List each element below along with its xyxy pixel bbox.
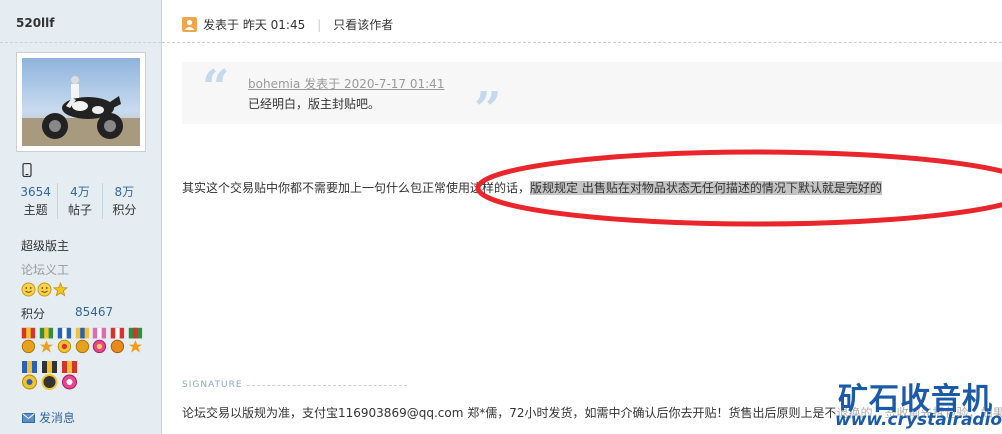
quote-text: 已经明白，版主封贴吧。 <box>248 97 381 111</box>
avatar-image <box>22 58 140 146</box>
post-time: 发表于 昨天 01:45 <box>203 18 306 32</box>
medal-icon[interactable] <box>20 326 37 358</box>
mobile-icon <box>22 163 32 177</box>
rank-stars <box>21 282 68 297</box>
medal-icon[interactable] <box>40 361 59 393</box>
medal-icon[interactable] <box>60 361 79 393</box>
stat-threads[interactable]: 3654 主题 <box>14 183 59 219</box>
user-group[interactable]: 超级版主 <box>21 237 69 254</box>
post-body-highlight: 版规规定 出售贴在对物品状态无任何描述的情况下默认就是完好的 <box>530 181 882 195</box>
medal-icon[interactable] <box>91 326 108 358</box>
points-label: 积分 <box>21 307 46 321</box>
signature-label: SIGNATURE <box>182 380 407 390</box>
sun-icon <box>21 282 36 297</box>
medals <box>20 326 144 396</box>
author-sidebar: 520llf 3654 主题 4万 帖子 8万 积分 超级版主 论坛义工 积分 … <box>0 0 162 434</box>
stat-credits[interactable]: 8万 积分 <box>103 183 146 219</box>
sun-icon <box>37 282 52 297</box>
quote-source-link[interactable]: bohemia 发表于 2020-7-17 01:41 <box>248 75 444 92</box>
star-icon <box>53 282 68 297</box>
medal-icon[interactable] <box>38 326 55 358</box>
medal-icon[interactable] <box>56 326 73 358</box>
quote-block: “ bohemia 发表于 2020-7-17 01:41 已经明白，版主封贴吧… <box>182 60 1002 134</box>
watermark-url: www.crystalradio.cn <box>835 410 1002 430</box>
user-icon <box>182 17 197 32</box>
close-quote-icon: ” <box>474 82 502 138</box>
divider <box>246 384 407 386</box>
avatar[interactable] <box>16 52 146 152</box>
only-author-link[interactable]: 只看该作者 <box>333 16 393 33</box>
points-row: 积分 85467 <box>21 305 113 322</box>
medal-icon[interactable] <box>74 326 91 358</box>
medal-icon[interactable] <box>127 326 144 358</box>
divider: | <box>317 17 322 32</box>
medal-icon[interactable] <box>20 361 39 393</box>
medal-icon[interactable] <box>109 326 126 358</box>
custom-title: 论坛义工 <box>21 263 70 277</box>
author-name[interactable]: 520llf <box>16 16 55 30</box>
post-header: 发表于 昨天 01:45 | 只看该作者 <box>182 16 393 33</box>
site-watermark: 矿石收音机 www.crystalradio.cn <box>835 374 1002 434</box>
envelope-icon <box>22 412 35 423</box>
open-quote-icon: “ <box>202 60 230 116</box>
divider <box>162 42 1002 43</box>
signature-label-text: SIGNATURE <box>182 380 243 390</box>
send-message-label: 发消息 <box>39 411 76 425</box>
stat-posts[interactable]: 4万 帖子 <box>58 183 103 219</box>
points-value[interactable]: 85467 <box>75 305 113 322</box>
send-message-button[interactable]: 发消息 <box>22 409 75 426</box>
divider <box>0 42 161 43</box>
post-body: 其实这个交易贴中你都不需要加上一句什么包正常使用这样的话，版规规定 出售贴在对物… <box>182 179 882 196</box>
post-body-text: 其实这个交易贴中你都不需要加上一句什么包正常使用这样的话， <box>182 181 531 195</box>
author-stats: 3654 主题 4万 帖子 8万 积分 <box>14 183 146 219</box>
